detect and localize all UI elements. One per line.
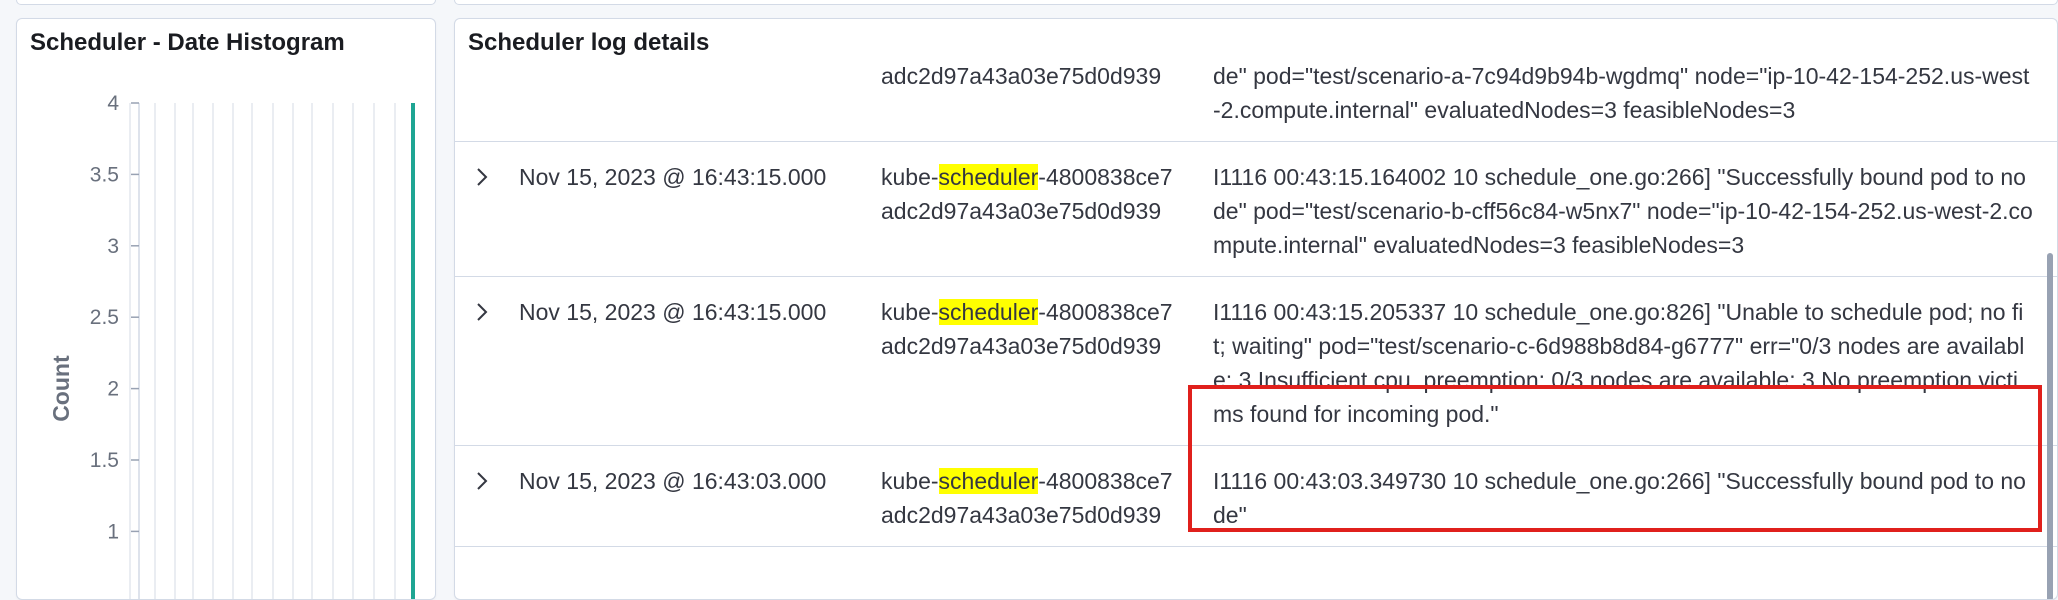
y-tick-label: 2.5: [90, 306, 119, 329]
log-message: I1116 00:43:15.134455 10 schedule_one.go…: [1213, 63, 2030, 123]
log-timestamp: Nov 15, 2023 @ 16:43:03.000: [519, 468, 827, 494]
log-pod-name: kube-scheduler-4800838ce7adc2d97a43a03e7…: [881, 295, 1181, 363]
log-timestamp: Nov 15, 2023 @ 16:43:15.000: [519, 299, 827, 325]
y-tick-label: 3.5: [90, 163, 119, 186]
expand-chevron-icon[interactable]: [473, 160, 497, 194]
log-details-title: Scheduler log details: [468, 29, 710, 56]
y-tick-label: 3: [107, 235, 119, 258]
top-panel-edge-right: [454, 0, 2058, 5]
y-tick-label: 1.5: [90, 449, 119, 472]
expand-chevron-icon[interactable]: [473, 295, 497, 329]
y-tick-label: 2: [107, 378, 119, 401]
y-tick-label: 1: [107, 520, 119, 543]
log-pod-name: kube-scheduler-4800838ce7adc2d97a43a03e7…: [881, 160, 1181, 228]
histogram-bar[interactable]: [411, 103, 415, 599]
log-row[interactable]: Nov 15, 2023 @ 16:43:15.000kube-schedule…: [455, 59, 2057, 142]
expand-chevron-icon[interactable]: [473, 464, 497, 498]
log-timestamp: Nov 15, 2023 @ 16:43:15.000: [519, 164, 827, 190]
pod-name-prefix: kube-: [881, 164, 939, 190]
log-pod-name: kube-scheduler-4800838ce7adc2d97a43a03e7…: [881, 59, 1181, 93]
log-message: I1116 00:43:15.164002 10 schedule_one.go…: [1213, 164, 2033, 258]
search-match-highlight: scheduler: [938, 164, 1039, 190]
search-match-highlight: scheduler: [938, 299, 1039, 325]
log-row[interactable]: Nov 15, 2023 @ 16:43:15.000 kube-schedule…: [455, 142, 2057, 277]
histogram-panel: Scheduler - Date Histogram 4 3.5 3 2.5 2 1.5 1…: [16, 18, 436, 600]
pod-name-suffix: -4800838ce7adc2d97a43a03e75d0d939: [881, 63, 1162, 89]
pod-name-prefix: kube-: [881, 468, 939, 494]
y-tick-label: 4: [107, 92, 119, 115]
top-panel-edge-left: [16, 0, 436, 5]
vertical-scrollbar[interactable]: [2047, 253, 2053, 599]
histogram-chart[interactable]: 4 3.5 3 2.5 2 1.5 1 Count: [17, 19, 435, 599]
log-pod-name: kube-scheduler-4800838ce7adc2d97a43a03e7…: [881, 464, 1181, 532]
pod-name-prefix: kube-: [881, 299, 939, 325]
y-axis-title: Count: [48, 355, 74, 422]
search-match-highlight: scheduler: [938, 468, 1039, 494]
annotation-highlight-box: [1188, 385, 2042, 532]
